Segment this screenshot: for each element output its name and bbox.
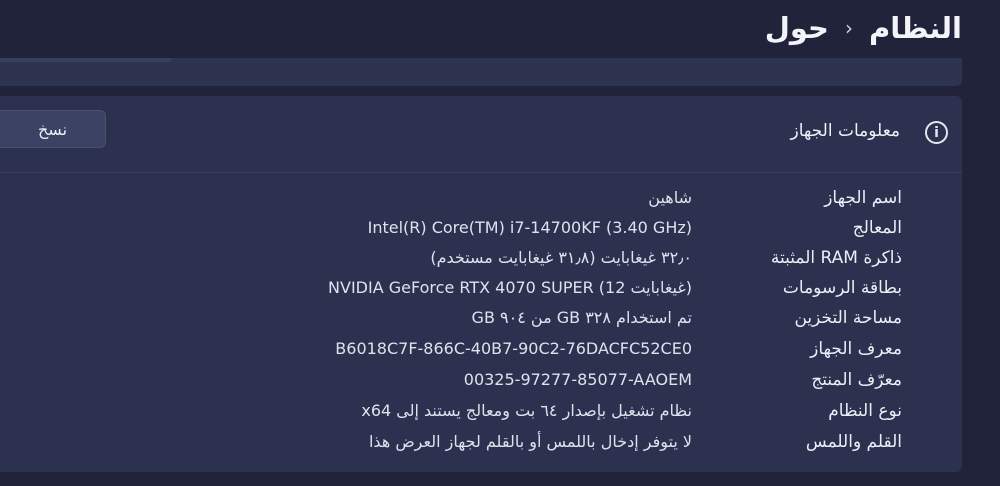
spec-row-device-name: اسم الجهاز شاهين: [0, 188, 962, 218]
device-info-header[interactable]: i معلومات الجهاز نسخ: [0, 96, 962, 173]
breadcrumb-parent[interactable]: النظام: [869, 11, 962, 45]
spec-row-system-type: نوع النظام نظام تشغيل بإصدار ٦٤ بت ومعال…: [0, 401, 962, 431]
spec-value: Intel(R) Core(TM) i7-14700KF (3.40 GHz): [367, 218, 692, 237]
spec-row-ram: ذاكرة RAM المثبتة ٣٢٫٠ غيغابايت (٣١٫٨ غي…: [0, 248, 962, 278]
spec-label: بطاقة الرسومات: [782, 278, 902, 298]
spec-value: نظام تشغيل بإصدار ٦٤ بت ومعالج يستند إلى…: [361, 401, 692, 420]
device-info-card: i معلومات الجهاز نسخ اسم الجهاز شاهين ال…: [0, 96, 962, 472]
previous-section-card: [0, 58, 962, 86]
spec-row-processor: المعالج Intel(R) Core(TM) i7-14700KF (3.…: [0, 218, 962, 248]
spec-row-graphics: بطاقة الرسومات NVIDIA GeForce RTX 4070 S…: [0, 278, 962, 308]
device-info-title: معلومات الجهاز: [790, 121, 900, 141]
page-title: حول: [764, 11, 829, 45]
spec-row-product-id: معرّف المنتج 00325-97277-85077-AAOEM: [0, 370, 962, 400]
spec-row-pen-touch: القلم واللمس لا يتوفر إدخال باللمس أو با…: [0, 432, 962, 462]
spec-value: ٣٢٫٠ غيغابايت (٣١٫٨ غيغابايت مستخدم): [430, 248, 692, 267]
spec-label: اسم الجهاز: [824, 188, 902, 208]
spec-row-device-id: معرف الجهاز B6018C7F-866C-40B7-90C2-76DA…: [0, 339, 962, 369]
spec-row-storage: مساحة التخزين تم استخدام ٣٢٨ GB من ٩٠٤ G…: [0, 308, 962, 338]
copy-button[interactable]: نسخ: [0, 110, 106, 148]
spec-label: القلم واللمس: [805, 432, 902, 452]
spec-label: ذاكرة RAM المثبتة: [770, 248, 902, 268]
spec-label: معرّف المنتج: [811, 370, 902, 390]
spec-value: B6018C7F-866C-40B7-90C2-76DACFC52CE0: [335, 339, 692, 358]
breadcrumb: النظام › حول: [765, 6, 962, 50]
chevron-left-icon: ›: [844, 16, 853, 40]
spec-value: NVIDIA GeForce RTX 4070 SUPER (12 غيغابا…: [328, 278, 692, 297]
spec-value: تم استخدام ٣٢٨ GB من ٩٠٤ GB: [471, 308, 692, 327]
spec-label: مساحة التخزين: [794, 308, 902, 328]
spec-label: نوع النظام: [828, 401, 902, 421]
spec-label: معرف الجهاز: [810, 339, 902, 359]
spec-value: لا يتوفر إدخال باللمس أو بالقلم لجهاز ال…: [368, 432, 692, 451]
previous-section-card-edge: [0, 58, 172, 62]
spec-value: شاهين: [648, 188, 692, 207]
info-circle-icon: i: [925, 121, 948, 144]
spec-value: 00325-97277-85077-AAOEM: [463, 370, 692, 389]
spec-label: المعالج: [852, 218, 902, 238]
